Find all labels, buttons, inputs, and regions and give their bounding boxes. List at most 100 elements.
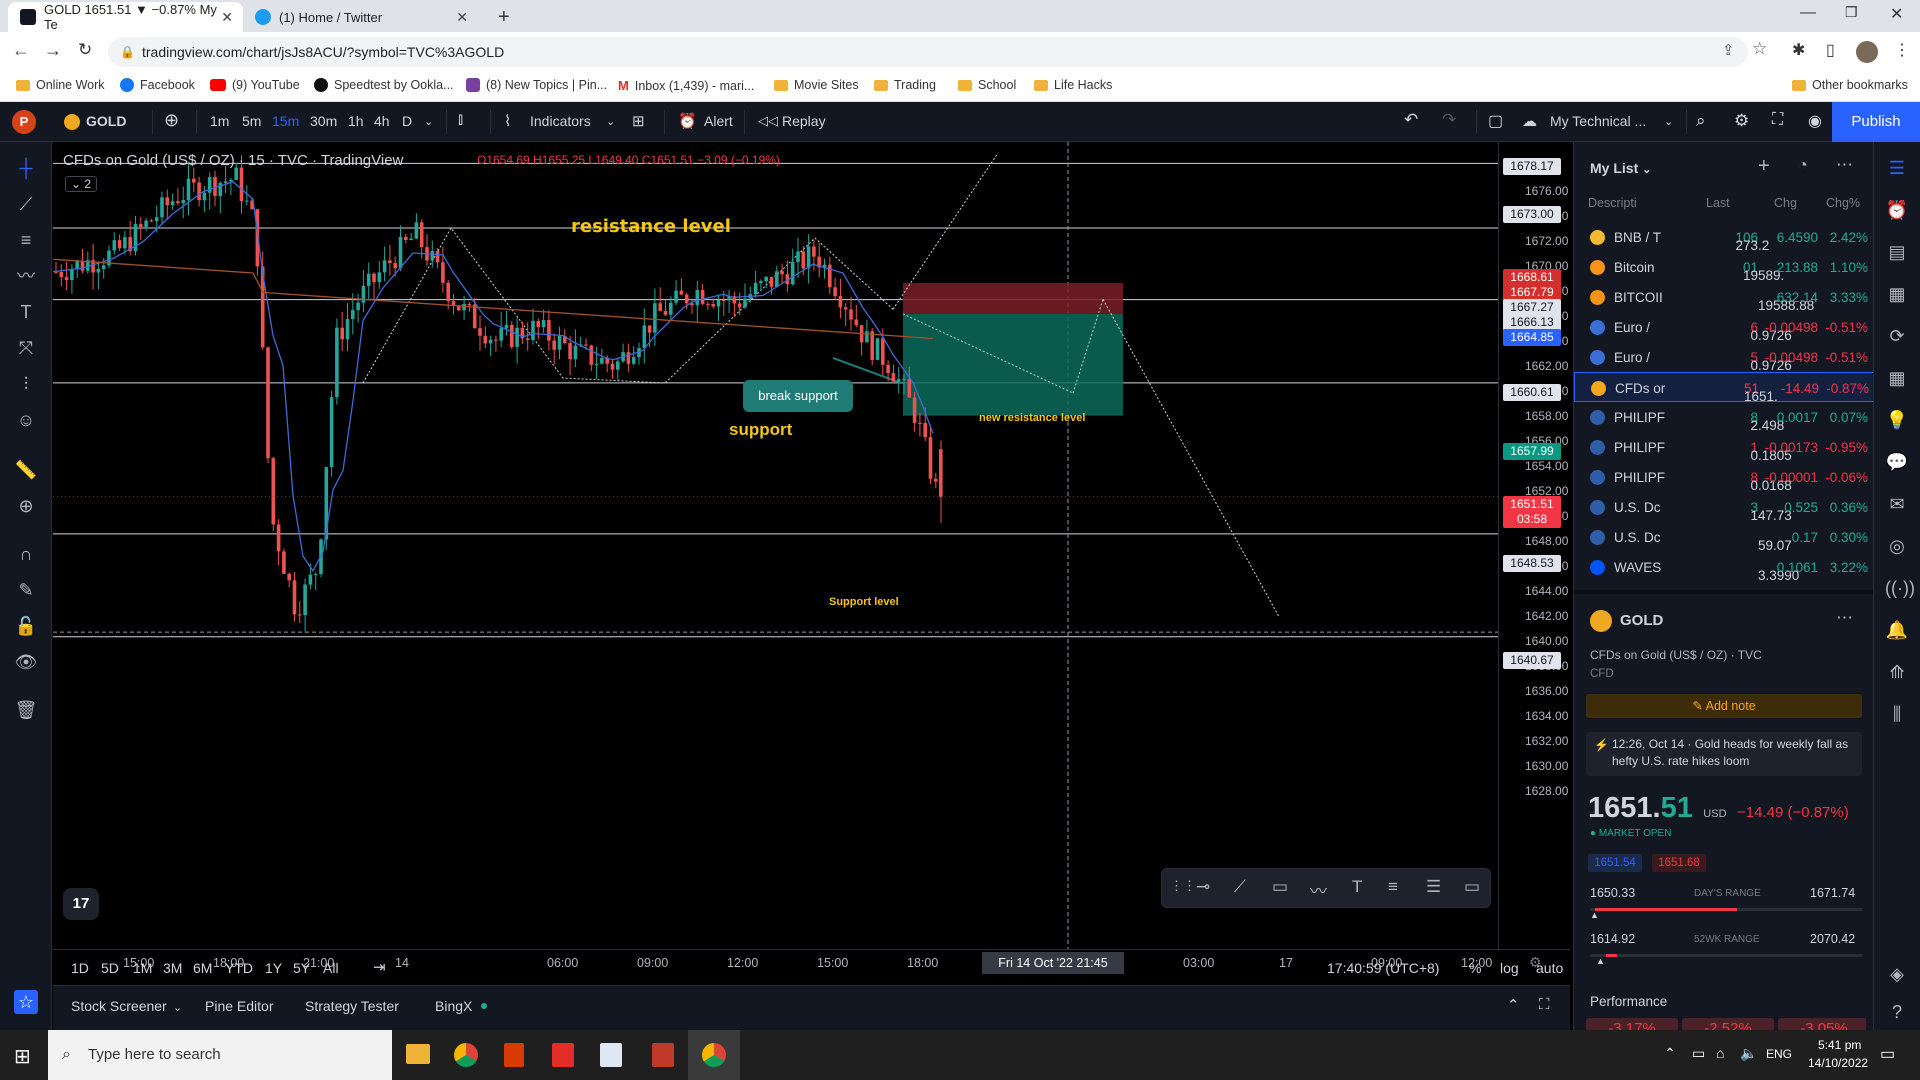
back-icon[interactable]: ← (12, 40, 30, 61)
alert-button[interactable]: Alert (704, 113, 733, 129)
new-resistance-label[interactable]: new resistance level (979, 412, 1085, 424)
interval-dropdown-icon[interactable]: ⌄ (424, 115, 433, 128)
fib-icon[interactable]: ≡ (1388, 877, 1398, 897)
pattern-icon[interactable]: 〰 (14, 264, 38, 288)
log-scale-toggle[interactable]: log (1500, 960, 1519, 976)
notifications-bell-icon[interactable]: 🔔 (1885, 618, 1909, 642)
notifications-icon[interactable]: ▭ (1880, 1044, 1895, 1064)
watchlist-row[interactable]: WAVES 3.3990 0.1061 3.22% (1574, 552, 1874, 583)
file-explorer-icon[interactable] (406, 1044, 430, 1064)
sidepanel-icon[interactable]: ▯ (1826, 40, 1835, 60)
bookmark-school[interactable]: School (958, 78, 1016, 92)
candles-type-icon[interactable]: ⫾ (458, 111, 463, 129)
bookmark-online-work[interactable]: Online Work (16, 78, 105, 92)
watchlist-title[interactable]: My List ⌄ (1590, 160, 1651, 176)
comment-icon[interactable]: ▭ (1464, 877, 1480, 897)
trendline-icon[interactable]: ⟋ (14, 192, 38, 216)
news-icon[interactable]: ▦ (1885, 282, 1909, 306)
layout-dropdown-icon[interactable]: ⌄ (1664, 115, 1673, 128)
ideas-stream-icon[interactable]: ◎ (1885, 534, 1909, 558)
bookmark-movie-sites[interactable]: Movie Sites (774, 78, 859, 92)
tab-pine-editor[interactable]: Pine Editor (205, 998, 273, 1014)
drag-handle-icon[interactable]: ⋮⋮ (1170, 878, 1196, 894)
close-tab-icon[interactable]: ✕ (456, 9, 468, 26)
help-icon[interactable]: ? (1885, 1000, 1909, 1024)
battery-icon[interactable]: ▭ (1692, 1045, 1705, 1062)
url-field[interactable]: 🔒 tradingview.com/chart/jsJs8ACU/?symbol… (108, 37, 1748, 67)
chrome-icon[interactable] (454, 1043, 478, 1067)
add-symbol-icon[interactable]: + (1758, 155, 1770, 178)
chats-icon[interactable]: 💬 (1885, 450, 1909, 474)
fullscreen-icon[interactable]: ⛶ (1772, 111, 1783, 129)
emoji-icon[interactable]: ☺ (14, 408, 38, 432)
profile-avatar[interactable]: P (12, 110, 36, 134)
favorites-star-icon[interactable]: ☆ (14, 990, 38, 1014)
price-chart[interactable] (53, 142, 1498, 949)
camera-icon[interactable]: ◉ (1808, 111, 1822, 131)
auto-scale-toggle[interactable]: auto (1536, 960, 1563, 976)
crosshair-icon[interactable]: ┼ (14, 156, 38, 180)
share-icon[interactable]: ⇪ (1722, 41, 1735, 59)
watchlist-row[interactable]: PHILIPF 0.1805 1 -0.00173 -0.95% (1574, 432, 1874, 463)
language-indicator[interactable]: ENG (1766, 1047, 1792, 1061)
watchlist-row[interactable]: BITCOII 19588.88 632.14 3.33% (1574, 282, 1874, 313)
price-scale[interactable]: 1676.001674.001672.001670.001668.001666.… (1498, 142, 1570, 949)
menu-dots-icon[interactable]: ⋮ (1894, 40, 1910, 60)
tray-overflow-icon[interactable]: ⌃ (1664, 1045, 1676, 1062)
range-6m[interactable]: 6M (193, 960, 212, 976)
ideas-bulb-icon[interactable]: 💡 (1885, 408, 1909, 432)
watchlist-row[interactable]: U.S. Dc 59.07 0.17 0.30% (1574, 522, 1874, 553)
path-icon[interactable]: 〰 (1310, 877, 1327, 902)
replay-button[interactable]: Replay (782, 113, 826, 129)
measure-lines-icon[interactable]: ⫶ (14, 372, 38, 396)
indicators-dropdown-icon[interactable]: ⌄ (606, 115, 615, 128)
watchlist-row[interactable]: U.S. Dc 147.73 3 0.525 0.36% (1574, 492, 1874, 523)
col-chg-pct[interactable]: Chg% (1826, 196, 1860, 210)
indicators-button[interactable]: Indicators (530, 113, 591, 129)
layout-name[interactable]: My Technical ... (1550, 113, 1646, 129)
interval-15m[interactable]: 15m (272, 113, 299, 129)
watchlist-row[interactable]: Bitcoin 19589. 01 213.88 1.10% (1574, 252, 1874, 283)
watchlist-menu-icon[interactable]: ◔ (1798, 157, 1808, 175)
range-3m[interactable]: 3M (163, 960, 182, 976)
layout-select-icon[interactable]: ▢ (1488, 111, 1503, 131)
zoom-icon[interactable]: ⊕ (14, 494, 38, 518)
calendar-icon[interactable]: ▦ (1885, 366, 1909, 390)
hide-drawings-icon[interactable]: 👁 (14, 650, 38, 674)
dom-icon[interactable]: ⫼ (1885, 702, 1909, 726)
rectangle-icon[interactable]: ▭ (1272, 877, 1288, 897)
tab-strategy-tester[interactable]: Strategy Tester (305, 998, 399, 1014)
hotlists-icon[interactable]: ⟳ (1885, 324, 1909, 348)
messages-icon[interactable]: ✉ (1885, 492, 1909, 516)
network-icon[interactable]: ⌂ (1716, 1045, 1724, 1061)
tab-stock-screener[interactable]: Stock Screener (71, 998, 167, 1014)
lock-drawings-icon[interactable]: 🔓 (14, 614, 38, 638)
clock-timezone[interactable]: 17:40:59 (UTC+8) (1327, 960, 1439, 976)
watchlist-row[interactable]: BNB / T 273.2 106 6.4590 2.42% (1574, 222, 1874, 253)
clock-time[interactable]: 5:41 pm (1818, 1038, 1861, 1052)
streams-icon[interactable]: ((·)) (1885, 576, 1915, 600)
watchlist-row[interactable]: CFDs or 1651. 51 -14.49 -0.87% (1574, 372, 1874, 404)
watchlist-row[interactable]: PHILIPF 0.0168 8 -0.00001 -0.06% (1574, 462, 1874, 493)
interval-5m[interactable]: 5m (242, 113, 261, 129)
extensions-icon[interactable]: ✱ (1792, 40, 1805, 60)
clock-date[interactable]: 14/10/2022 (1808, 1056, 1868, 1070)
chrome-active-taskbar-item[interactable] (688, 1030, 740, 1080)
break-support-callout[interactable]: break support (743, 380, 853, 412)
browser-tab-twitter[interactable]: (1) Home / Twitter ✕ (243, 2, 478, 32)
details-description[interactable]: CFDs on Gold (US$ / OZ) · TVC (1590, 648, 1762, 662)
restore-icon[interactable]: ❐ (1845, 4, 1858, 21)
alerts-clock-icon[interactable]: ⏰ (1885, 198, 1909, 222)
perf-1w[interactable]: -3.17% (1586, 1018, 1678, 1030)
app-icon[interactable] (652, 1043, 674, 1067)
reload-icon[interactable]: ↻ (78, 40, 92, 60)
bookmark-life-hacks[interactable]: Life Hacks (1034, 78, 1112, 92)
close-tab-icon[interactable]: ✕ (221, 9, 233, 26)
forward-icon[interactable]: → (44, 40, 62, 61)
gear-icon[interactable]: ⚙ (1734, 111, 1749, 131)
interval-4h[interactable]: 4h (374, 113, 390, 129)
tradingview-logo[interactable]: 17 (63, 888, 99, 920)
more-options-icon[interactable]: ⋯ (1836, 608, 1853, 628)
new-tab-icon[interactable]: + (498, 6, 510, 29)
bookmark-pinterest[interactable]: (8) New Topics | Pin... (466, 78, 607, 92)
